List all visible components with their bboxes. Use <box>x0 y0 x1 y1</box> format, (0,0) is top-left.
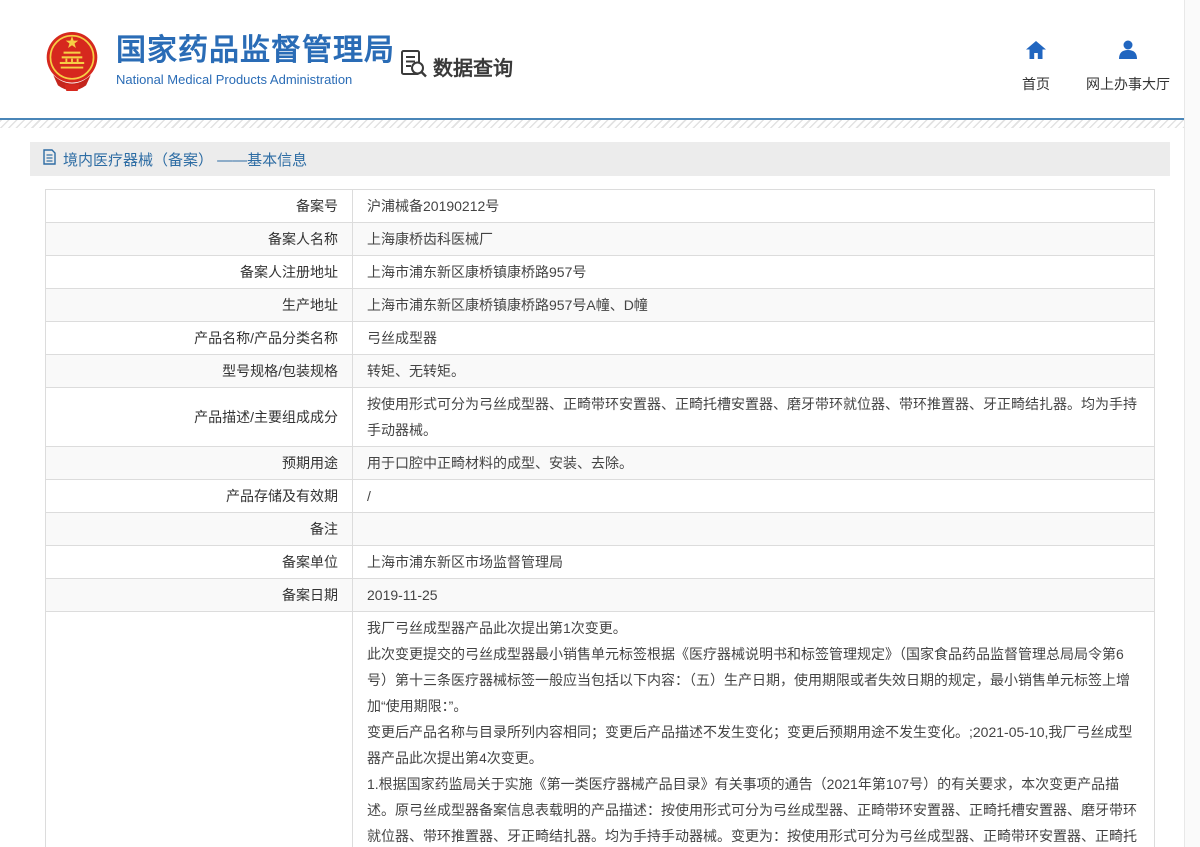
field-label: 备注 <box>46 513 353 546</box>
main-content: 境内医疗器械（备案） ——基本信息 备案号 沪浦械备20190212号 备案人名… <box>30 142 1170 847</box>
field-value: 2019-11-25 <box>353 579 1155 612</box>
field-label: 备案人名称 <box>46 223 353 256</box>
national-emblem-icon <box>42 28 102 99</box>
field-label: 备案日期 <box>46 579 353 612</box>
header-nav: 首页 网上办事大厅 <box>1022 38 1170 94</box>
field-label: 预期用途 <box>46 447 353 480</box>
agency-name-cn: 国家药品监督管理局 <box>116 34 395 67</box>
field-label: 备案人注册地址 <box>46 256 353 289</box>
table-row: 产品名称/产品分类名称 弓丝成型器 <box>46 322 1155 355</box>
field-value-change-history: 我厂弓丝成型器产品此次提出第1次变更。 此次变更提交的弓丝成型器最小销售单元标签… <box>353 612 1155 847</box>
field-label: 产品存储及有效期 <box>46 480 353 513</box>
field-value: / <box>353 480 1155 513</box>
field-value: 上海康桥齿科医械厂 <box>353 223 1155 256</box>
agency-name-en: National Medical Products Administration <box>116 72 395 87</box>
field-label: 备案号 <box>46 190 353 223</box>
field-value: 上海市浦东新区康桥镇康桥路957号A幢、D幢 <box>353 289 1155 322</box>
field-value: 转矩、无转矩。 <box>353 355 1155 388</box>
agency-brand: 国家药品监督管理局 National Medical Products Admi… <box>42 28 395 99</box>
field-label: 产品描述/主要组成成分 <box>46 388 353 447</box>
data-query-label: 数据查询 <box>433 52 513 81</box>
table-row: 生产地址 上海市浦东新区康桥镇康桥路957号A幢、D幢 <box>46 289 1155 322</box>
table-row: 备注 <box>46 513 1155 546</box>
field-value: 上海市浦东新区市场监督管理局 <box>353 546 1155 579</box>
table-row: 产品存储及有效期 / <box>46 480 1155 513</box>
field-label: 型号规格/包装规格 <box>46 355 353 388</box>
header-hatch-band <box>0 120 1200 128</box>
table-row: 备案单位 上海市浦东新区市场监督管理局 <box>46 546 1155 579</box>
section-title-bar: 境内医疗器械（备案） ——基本信息 <box>30 142 1170 176</box>
field-value: 按使用形式可分为弓丝成型器、正畸带环安置器、正畸托槽安置器、磨牙带环就位器、带环… <box>353 388 1155 447</box>
nav-item-service-hall[interactable]: 网上办事大厅 <box>1086 38 1170 94</box>
field-value: 沪浦械备20190212号 <box>353 190 1155 223</box>
document-icon <box>43 149 56 169</box>
data-query-link[interactable]: 数据查询 <box>398 48 513 84</box>
agency-title-block: 国家药品监督管理局 National Medical Products Admi… <box>116 28 395 87</box>
table-row: 备案人注册地址 上海市浦东新区康桥镇康桥路957号 <box>46 256 1155 289</box>
record-table: 备案号 沪浦械备20190212号 备案人名称 上海康桥齿科医械厂 备案人注册地… <box>45 189 1155 847</box>
nav-item-label: 首页 <box>1022 74 1050 94</box>
field-label <box>46 612 353 847</box>
nav-item-label: 网上办事大厅 <box>1086 74 1170 94</box>
user-icon <box>1116 38 1140 65</box>
record-table-wrap: 备案号 沪浦械备20190212号 备案人名称 上海康桥齿科医械厂 备案人注册地… <box>45 189 1155 847</box>
field-label: 生产地址 <box>46 289 353 322</box>
table-row: 预期用途 用于口腔中正畸材料的成型、安装、去除。 <box>46 447 1155 480</box>
field-label: 备案单位 <box>46 546 353 579</box>
table-row: 我厂弓丝成型器产品此次提出第1次变更。 此次变更提交的弓丝成型器最小销售单元标签… <box>46 612 1155 847</box>
field-value <box>353 513 1155 546</box>
section-title: 境内医疗器械（备案） ——基本信息 <box>63 149 307 170</box>
table-row: 备案人名称 上海康桥齿科医械厂 <box>46 223 1155 256</box>
field-value: 用于口腔中正畸材料的成型、安装、去除。 <box>353 447 1155 480</box>
table-row: 型号规格/包装规格 转矩、无转矩。 <box>46 355 1155 388</box>
field-value: 上海市浦东新区康桥镇康桥路957号 <box>353 256 1155 289</box>
table-row: 产品描述/主要组成成分 按使用形式可分为弓丝成型器、正畸带环安置器、正畸托槽安置… <box>46 388 1155 447</box>
field-value: 弓丝成型器 <box>353 322 1155 355</box>
table-row: 备案日期 2019-11-25 <box>46 579 1155 612</box>
field-label: 产品名称/产品分类名称 <box>46 322 353 355</box>
table-row: 备案号 沪浦械备20190212号 <box>46 190 1155 223</box>
nav-item-home[interactable]: 首页 <box>1022 38 1050 94</box>
document-search-icon <box>398 48 428 84</box>
page-scrollbar[interactable] <box>1184 0 1200 847</box>
home-icon <box>1024 38 1048 65</box>
site-header: 国家药品监督管理局 National Medical Products Admi… <box>0 0 1200 118</box>
